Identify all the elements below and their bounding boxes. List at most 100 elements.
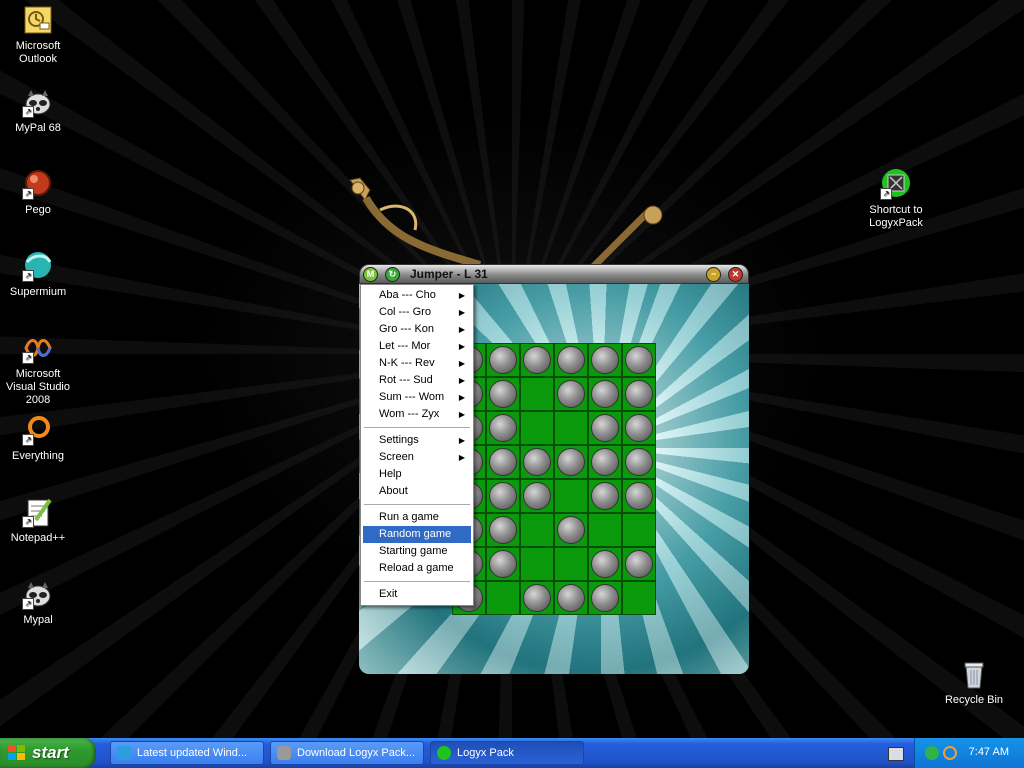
menu-item-sum-wom[interactable]: Sum --- Wom ▶ <box>363 389 471 406</box>
peg[interactable] <box>591 448 619 476</box>
board-cell[interactable] <box>588 547 622 581</box>
peg[interactable] <box>523 584 551 612</box>
peg[interactable] <box>591 550 619 578</box>
board-cell[interactable] <box>622 343 656 377</box>
board-cell[interactable] <box>486 581 520 615</box>
board-cell[interactable] <box>622 411 656 445</box>
peg[interactable] <box>489 414 517 442</box>
network-icon[interactable] <box>925 746 939 760</box>
taskbar-button-logyx-pack[interactable]: Logyx Pack <box>430 741 584 765</box>
board-cell[interactable] <box>588 513 622 547</box>
peg[interactable] <box>489 550 517 578</box>
peg[interactable] <box>557 448 585 476</box>
board-cell[interactable] <box>520 445 554 479</box>
menu-item-about[interactable]: About <box>363 483 471 500</box>
menu-item-reload-a-game[interactable]: Reload a game <box>363 560 471 577</box>
menu-item-starting-game[interactable]: Starting game <box>363 543 471 560</box>
peg[interactable] <box>625 550 653 578</box>
menu-icon[interactable]: M <box>363 267 378 282</box>
desktop-icon-supermium[interactable]: ↗ Supermium <box>0 250 76 299</box>
menu-item-let-mor[interactable]: Let --- Mor ▶ <box>363 338 471 355</box>
start-button[interactable]: start <box>0 738 96 768</box>
peg[interactable] <box>625 482 653 510</box>
peg[interactable] <box>591 584 619 612</box>
board-cell[interactable] <box>622 479 656 513</box>
board-cell[interactable] <box>520 547 554 581</box>
desktop-icon-visual-studio-2008[interactable]: ↗ Microsoft Visual Studio 2008 <box>0 332 76 407</box>
desktop-icon-recycle-bin[interactable]: Recycle Bin <box>936 658 1012 707</box>
game-context-menu[interactable]: Aba --- Cho ▶ Col --- Gro ▶ Gro --- Kon ▶ Let … <box>360 284 474 606</box>
board-cell[interactable] <box>520 343 554 377</box>
peg[interactable] <box>591 346 619 374</box>
board-cell[interactable] <box>520 411 554 445</box>
window-titlebar[interactable]: M ↻ Jumper - L 31 − ✕ <box>359 264 749 284</box>
board-cell[interactable] <box>588 343 622 377</box>
desktop-icon-everything[interactable]: ↗ Everything <box>0 414 76 463</box>
minimize-icon[interactable]: − <box>706 267 721 282</box>
board-cell[interactable] <box>520 513 554 547</box>
peg[interactable] <box>591 482 619 510</box>
peg[interactable] <box>523 346 551 374</box>
peg[interactable] <box>625 448 653 476</box>
board-cell[interactable] <box>486 479 520 513</box>
board-cell[interactable] <box>554 343 588 377</box>
desktop-icon-notepadpp[interactable]: ↗ Notepad++ <box>0 496 76 545</box>
board-cell[interactable] <box>554 581 588 615</box>
peg[interactable] <box>489 516 517 544</box>
taskbar-button-windows-updates[interactable]: Latest updated Wind... <box>110 741 264 765</box>
peg[interactable] <box>489 346 517 374</box>
board-cell[interactable] <box>486 547 520 581</box>
clock[interactable]: 7:47 AM <box>969 746 1009 758</box>
peg[interactable] <box>557 584 585 612</box>
peg[interactable] <box>523 482 551 510</box>
menu-item-n-k-rev[interactable]: N-K --- Rev ▶ <box>363 355 471 372</box>
desktop-icon-mypal-68[interactable]: ↗ MyPal 68 <box>0 86 76 135</box>
board-cell[interactable] <box>588 581 622 615</box>
menu-item-gro-kon[interactable]: Gro --- Kon ▶ <box>363 321 471 338</box>
board-cell[interactable] <box>486 343 520 377</box>
board-cell[interactable] <box>622 445 656 479</box>
peg[interactable] <box>625 380 653 408</box>
menu-item-run-a-game[interactable]: Run a game <box>363 509 471 526</box>
board-cell[interactable] <box>486 445 520 479</box>
peg[interactable] <box>625 414 653 442</box>
board-cell[interactable] <box>588 445 622 479</box>
menu-item-aba-cho[interactable]: Aba --- Cho ▶ <box>363 287 471 304</box>
peg[interactable] <box>489 448 517 476</box>
menu-item-settings[interactable]: Settings ▶ <box>363 432 471 449</box>
desktop-icon-shortcut-to-logyxpack[interactable]: ↗ Shortcut to LogyxPack <box>858 168 934 230</box>
search-icon[interactable] <box>943 746 957 760</box>
peg[interactable] <box>489 482 517 510</box>
keyboard-icon[interactable] <box>888 747 904 761</box>
peg[interactable] <box>523 448 551 476</box>
board-cell[interactable] <box>554 513 588 547</box>
menu-item-col-gro[interactable]: Col --- Gro ▶ <box>363 304 471 321</box>
board-cell[interactable] <box>588 411 622 445</box>
board-cell[interactable] <box>588 377 622 411</box>
close-icon[interactable]: ✕ <box>728 267 743 282</box>
board-cell[interactable] <box>622 513 656 547</box>
board-cell[interactable] <box>622 547 656 581</box>
menu-item-screen[interactable]: Screen ▶ <box>363 449 471 466</box>
menu-item-wom-zyx[interactable]: Wom --- Zyx ▶ <box>363 406 471 423</box>
taskbar-button-download-logyx[interactable]: Download Logyx Pack... <box>270 741 424 765</box>
desktop-icon-microsoft-outlook[interactable]: Microsoft Outlook <box>0 4 76 66</box>
board-cell[interactable] <box>520 581 554 615</box>
board-cell[interactable] <box>486 377 520 411</box>
peg[interactable] <box>489 380 517 408</box>
board-cell[interactable] <box>554 411 588 445</box>
desktop-icon-pego[interactable]: ↗ Pego <box>0 168 76 217</box>
menu-item-help[interactable]: Help <box>363 466 471 483</box>
menu-item-rot-sud[interactable]: Rot --- Sud ▶ <box>363 372 471 389</box>
menu-item-exit[interactable]: Exit <box>363 586 471 603</box>
desktop-icon-mypal[interactable]: ↗ Mypal <box>0 578 76 627</box>
board-cell[interactable] <box>520 479 554 513</box>
peg[interactable] <box>625 346 653 374</box>
board-cell[interactable] <box>554 445 588 479</box>
menu-item-random-game[interactable]: Random game <box>363 526 471 543</box>
board-cell[interactable] <box>520 377 554 411</box>
peg[interactable] <box>591 414 619 442</box>
board-cell[interactable] <box>486 513 520 547</box>
board-cell[interactable] <box>486 411 520 445</box>
board-cell[interactable] <box>554 547 588 581</box>
